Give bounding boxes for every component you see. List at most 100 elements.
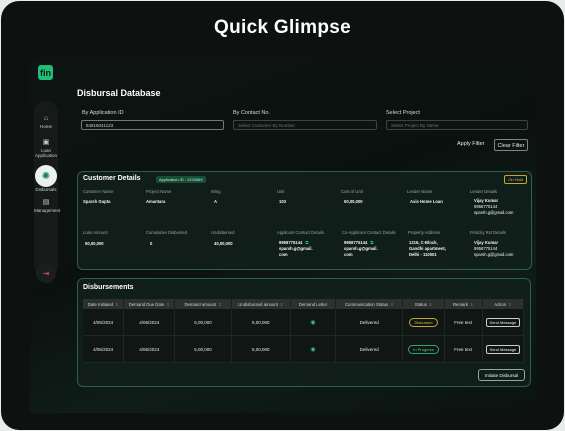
column-header[interactable]: Demand Due Date ⇕ xyxy=(123,299,176,309)
sidebar-item-label: Management xyxy=(34,208,61,213)
contact-no-input[interactable]: Select Customer By Number xyxy=(233,120,377,130)
cost-label: Cost of Unit xyxy=(341,189,363,194)
remark-cell: Free text xyxy=(444,309,483,336)
application-id-badge: Application ID : 1234569 xyxy=(156,176,206,183)
page-title: Disbursal Database xyxy=(77,88,161,98)
firstcity-details-email: sparsh.g@gmail.com xyxy=(474,252,514,257)
sidebar-item-home[interactable]: ⌂ Home xyxy=(34,115,58,129)
customer-details-card: Customer Details Application ID : 123456… xyxy=(77,171,532,270)
column-header[interactable]: Status ⇕ xyxy=(402,299,445,309)
sort-icon[interactable]: ⇕ xyxy=(280,302,283,307)
showcase-frame: Quick Glimpse fin ⌂ Home ▣ Loan Applicat… xyxy=(1,1,564,430)
demand-amount-cell: 5,00,000 xyxy=(174,309,232,336)
sort-icon[interactable]: ⇕ xyxy=(470,302,473,307)
column-header: Demand Letter xyxy=(290,299,337,309)
customer-name-label: Customer Name xyxy=(83,189,114,194)
action-cell: Send Message xyxy=(482,335,525,363)
apply-filter-button[interactable]: Apply Filter xyxy=(457,141,485,147)
undisbursed-label: Undisbursed xyxy=(211,230,235,235)
sort-icon[interactable]: ⇕ xyxy=(390,302,393,307)
app-screen: fin ⌂ Home ▣ Loan Application ✺ Disbursa… xyxy=(30,57,536,413)
column-header[interactable]: Date Initiated ⇕ xyxy=(83,299,125,309)
project-name-value: Amantara xyxy=(146,199,166,204)
communication-status-cell: Delivered xyxy=(335,335,404,363)
loan-amount-label: Loan Amount xyxy=(83,230,108,235)
initiate-disbursal-button[interactable]: Initiate Disbursal xyxy=(478,369,525,381)
lender-name-label: Lender Name xyxy=(407,189,433,194)
wing-label: Wing xyxy=(211,189,221,194)
sort-icon[interactable]: ⇕ xyxy=(218,302,221,307)
send-message-button[interactable]: Send Message xyxy=(485,344,521,354)
home-icon: ⌂ xyxy=(43,115,49,122)
column-header[interactable]: Undisbursed amount ⇕ xyxy=(231,299,291,309)
disbursements-table: Date Initiated ⇕ Demand Due Date ⇕ Demand … xyxy=(83,299,525,363)
status-cell: In Progress xyxy=(402,335,445,363)
disbursements-card: Disbursements Date Initiated ⇕ Demand Due… xyxy=(77,278,531,387)
property-address-label: Property Address xyxy=(408,230,441,235)
remark-cell: Free text xyxy=(444,335,483,363)
demand-due-date-cell: 4/06/2024 xyxy=(123,335,176,363)
eye-icon[interactable]: ◉ xyxy=(310,320,315,326)
demand-letter-cell: ◉ xyxy=(290,335,337,363)
table-row: 4/05/2024 4/06/2024 5,00,000 5,00,000 ◉ … xyxy=(83,335,525,363)
communication-status-cell: Delivered xyxy=(335,309,404,336)
applicant-phone: 9958775144 xyxy=(279,240,303,245)
sidebar-item-label: Disbursals xyxy=(35,187,57,192)
sidebar-item-loan-application[interactable]: ▣ Loan Application xyxy=(34,139,58,158)
date-initiated-cell: 4/05/2024 xyxy=(83,335,125,363)
sort-icon[interactable]: ⇕ xyxy=(508,302,511,307)
status-badge: Disbursed xyxy=(409,317,438,327)
cumulative-disbursed-label: Cumulative Disbursed xyxy=(146,230,187,235)
send-message-button[interactable]: Send Message xyxy=(485,317,521,327)
clear-filter-button[interactable]: Clear Filter xyxy=(494,139,528,151)
co-applicant-phone: 9958775144 xyxy=(344,240,368,245)
lender-details-email: sparsh.g@gmail.com xyxy=(474,210,514,215)
demand-due-date-cell: 4/06/2024 xyxy=(123,309,176,336)
sidebar-item-label: Home xyxy=(39,124,52,129)
eye-icon[interactable]: ◉ xyxy=(310,347,315,353)
lender-details-label: Lender Details xyxy=(470,189,498,194)
sidebar-item-label: Loan Application xyxy=(34,148,57,158)
logout-button[interactable]: ⇥ xyxy=(36,263,56,283)
project-name-label: Project Name xyxy=(146,189,172,194)
sidebar-item-disbursals[interactable]: ✺ Disbursals xyxy=(34,165,58,192)
document-icon: ▣ xyxy=(42,139,50,146)
disbursements-title: Disbursements xyxy=(83,284,134,291)
column-header[interactable]: Action ⇕ xyxy=(482,299,525,309)
table-row: 4/05/2024 4/06/2024 5,00,000 5,00,000 ◉ … xyxy=(83,309,525,336)
sort-icon[interactable]: ⇕ xyxy=(166,302,169,307)
cost-value: 50,00,000 xyxy=(344,199,363,204)
co-applicant-email-cont: com xyxy=(344,252,353,257)
status-badge: In Progress xyxy=(408,344,439,354)
contact-no-label: By Contact No. xyxy=(233,110,270,116)
column-header[interactable]: Communication Status ⇕ xyxy=(335,299,404,309)
column-header[interactable]: Remark ⇕ xyxy=(444,299,483,309)
showcase-heading: Quick Glimpse xyxy=(214,17,351,38)
date-initiated-cell: 4/05/2024 xyxy=(83,309,125,336)
logout-icon: ⇥ xyxy=(42,268,50,278)
status-cell: Disbursed xyxy=(402,309,445,336)
property-address-line3: Delhi - 110001 xyxy=(409,252,437,257)
app-logo: fin xyxy=(38,65,53,80)
sort-icon[interactable]: ⇕ xyxy=(429,302,432,307)
column-header[interactable]: Demand amount ⇕ xyxy=(174,299,232,309)
applicant-contact-label: Applicant Contact Details xyxy=(277,230,324,235)
demand-letter-cell: ◉ xyxy=(290,309,337,336)
project-select[interactable]: Select Project By Name xyxy=(386,120,528,130)
folder-icon: ▤ xyxy=(42,199,50,206)
applicant-email-cont: com xyxy=(279,252,288,257)
lender-name-value: Axis Home Loan xyxy=(410,199,443,204)
sidebar-rail: ⌂ Home ▣ Loan Application ✺ Disbursals ▤… xyxy=(34,101,61,277)
sidebar-item-management[interactable]: ▤ Management xyxy=(34,199,61,213)
undisbursed-value: 40,00,000 xyxy=(214,241,233,246)
undisbursed-amount-cell: 5,00,000 xyxy=(231,335,291,363)
application-id-input[interactable]: 84816041123 xyxy=(81,120,224,130)
sort-icon[interactable]: ⇕ xyxy=(115,302,118,307)
cumulative-disbursed-value: 0 xyxy=(150,241,153,246)
undisbursed-amount-cell: 5,00,000 xyxy=(231,309,291,336)
unit-value: 103 xyxy=(279,199,286,204)
wing-value: A xyxy=(214,199,218,204)
status-badge: On Hold xyxy=(504,175,527,184)
co-applicant-contact-label: Co-Applicant Contact Details xyxy=(342,230,396,235)
firstcity-details-label: Firstcity Rst Details xyxy=(470,230,506,235)
